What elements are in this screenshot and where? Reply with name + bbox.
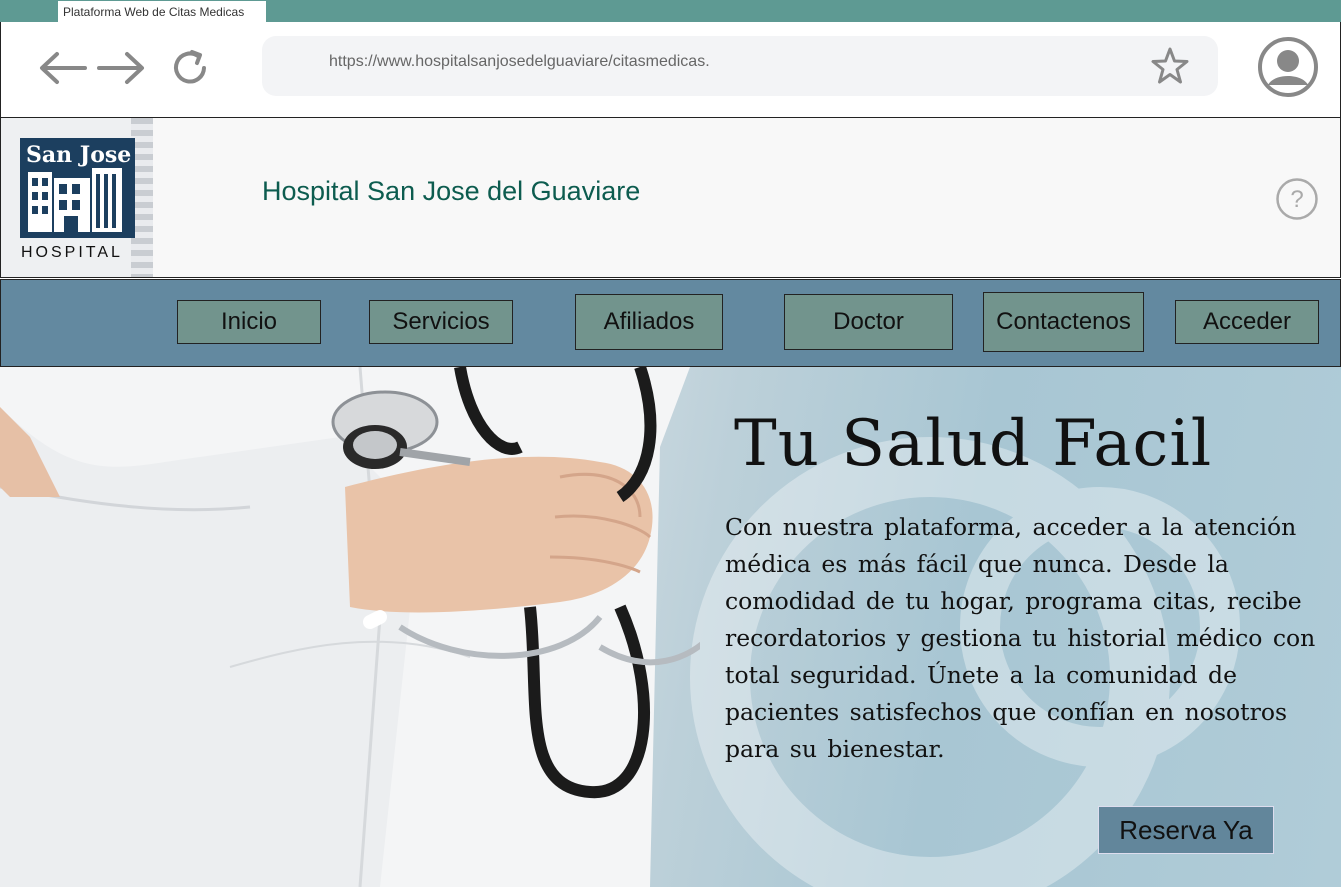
logo-text: San Jose xyxy=(26,142,131,168)
menu-item-servicios[interactable]: Servicios xyxy=(369,300,513,344)
reserve-button[interactable]: Reserva Ya xyxy=(1098,806,1274,854)
user-avatar-icon[interactable] xyxy=(1256,35,1320,99)
browser-tab-strip: Plataforma Web de Citas Medicas xyxy=(0,0,1341,23)
browser-toolbar: https://www.hospitalsanjosedelguaviare/c… xyxy=(0,22,1341,118)
logo-caption: HOSPITAL xyxy=(21,244,123,261)
menu-item-doctor[interactable]: Doctor xyxy=(784,294,953,350)
menu-item-contactenos[interactable]: Contactenos xyxy=(983,292,1144,352)
menu-item-inicio[interactable]: Inicio xyxy=(177,300,321,344)
star-icon[interactable] xyxy=(1151,45,1189,87)
site-header: San Jose HOSPITAL Hospital San Jose del … xyxy=(0,118,1341,278)
svg-text:?: ? xyxy=(1290,186,1303,213)
hero-paragraph: Con nuestra plataforma, acceder a la ate… xyxy=(725,513,1316,763)
menu-item-acceder[interactable]: Acceder xyxy=(1175,300,1319,344)
question-circle-icon[interactable]: ? xyxy=(1275,177,1319,221)
back-arrow-icon[interactable] xyxy=(37,46,87,90)
site-title: Hospital San Jose del Guaviare xyxy=(262,176,641,206)
main-menu: Inicio Servicios Afiliados Doctor Contac… xyxy=(0,279,1341,367)
reload-icon[interactable] xyxy=(168,46,212,90)
doctor-with-stethoscope-image xyxy=(0,367,700,887)
browser-tab[interactable]: Plataforma Web de Citas Medicas xyxy=(58,1,266,23)
forward-arrow-icon[interactable] xyxy=(97,46,147,90)
hospital-logo[interactable]: San Jose HOSPITAL xyxy=(1,118,153,277)
hero-section: Tu Salud Facil Con nuestra plataforma, a… xyxy=(0,367,1341,887)
menu-item-afiliados[interactable]: Afiliados xyxy=(575,294,723,350)
logo-emblem: San Jose xyxy=(20,138,135,238)
url-text[interactable]: https://www.hospitalsanjosedelguaviare/c… xyxy=(329,53,710,71)
hero-title: Tu Salud Facil xyxy=(734,407,1213,481)
